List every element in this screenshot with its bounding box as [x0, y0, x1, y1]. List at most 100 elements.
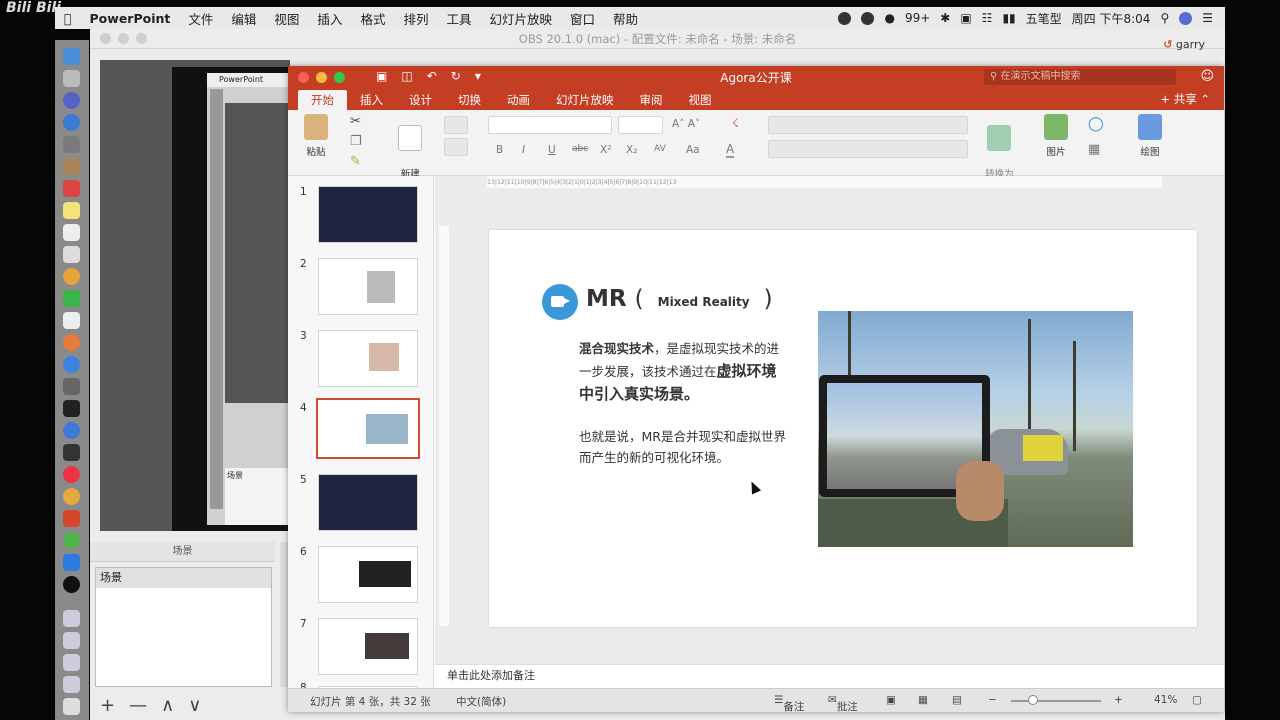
- search-input[interactable]: ⚲ 在演示文稿中搜索: [984, 69, 1176, 85]
- settings-icon[interactable]: [63, 378, 80, 395]
- shapes-icon[interactable]: ◯: [1088, 116, 1104, 132]
- tab-animations[interactable]: 动画: [494, 90, 543, 110]
- tab-transitions[interactable]: 切换: [445, 90, 494, 110]
- char-spacing-button[interactable]: AV: [654, 144, 666, 154]
- format-painter-icon[interactable]: ✎: [350, 154, 361, 169]
- app-store-icon[interactable]: [63, 356, 80, 373]
- slide-thumb-4[interactable]: [316, 398, 420, 459]
- reset-button[interactable]: [444, 138, 468, 156]
- display-icon[interactable]: ▣: [960, 11, 971, 25]
- record-icon[interactable]: [838, 11, 852, 25]
- bluetooth-icon[interactable]: ✱: [940, 11, 950, 25]
- menu-insert[interactable]: 插入: [308, 9, 351, 28]
- calendar-icon[interactable]: [63, 180, 80, 197]
- normal-view-icon[interactable]: ▣: [886, 694, 896, 706]
- obs-minimize-button[interactable]: [118, 33, 129, 44]
- obs-icon[interactable]: [63, 444, 80, 461]
- underline-button[interactable]: U: [548, 144, 556, 156]
- zoom-in-button[interactable]: +: [1114, 694, 1123, 706]
- move-up-button[interactable]: ∧: [161, 695, 174, 716]
- pages-icon[interactable]: [63, 312, 80, 329]
- browser-icon[interactable]: [63, 422, 80, 439]
- obs-zoom-button[interactable]: [136, 33, 147, 44]
- slide-thumb-1[interactable]: [318, 186, 418, 243]
- tab-design[interactable]: 设计: [396, 90, 445, 110]
- powerpoint-icon[interactable]: [63, 510, 80, 527]
- clock[interactable]: 周四 下午8:04: [1072, 10, 1151, 27]
- picture-button[interactable]: 图片: [1044, 114, 1068, 158]
- menu-help[interactable]: 帮助: [604, 9, 647, 28]
- paragraph-controls-top[interactable]: [768, 116, 968, 134]
- zoom-out-button[interactable]: −: [988, 694, 997, 706]
- safari-icon[interactable]: [63, 92, 80, 109]
- menu-window[interactable]: 窗口: [561, 9, 604, 28]
- textbox-icon[interactable]: ▦: [1088, 142, 1100, 157]
- strikethrough-button[interactable]: abc: [572, 144, 588, 154]
- chrome-icon[interactable]: [63, 488, 80, 505]
- current-slide[interactable]: MR ( Mixed Reality ) 混合现实技术，是虚拟现实技术的进一步发…: [489, 230, 1197, 627]
- folder-icon-3[interactable]: [63, 654, 80, 671]
- appstore-icon[interactable]: [63, 114, 80, 131]
- slide-thumb-6[interactable]: [318, 546, 418, 603]
- terminal-icon[interactable]: [63, 400, 80, 417]
- paste-button[interactable]: 粘贴: [304, 114, 328, 158]
- tab-view[interactable]: 视图: [676, 90, 725, 110]
- draw-button[interactable]: 绘图: [1138, 114, 1162, 158]
- qq-icon[interactable]: ●: [884, 11, 894, 25]
- subscript-button[interactable]: X₂: [626, 144, 637, 156]
- textedit-icon[interactable]: [63, 246, 80, 263]
- apple-icon[interactable]: : [55, 11, 81, 26]
- finder-icon[interactable]: [63, 48, 80, 65]
- menu-edit[interactable]: 编辑: [222, 9, 265, 28]
- font-color-button[interactable]: A: [726, 142, 735, 158]
- obs-close-button[interactable]: [100, 33, 111, 44]
- folder-icon-2[interactable]: [63, 632, 80, 649]
- tab-home[interactable]: 开始: [298, 90, 347, 110]
- tab-insert[interactable]: 插入: [347, 90, 396, 110]
- user-indicator[interactable]: ↺ garry: [1163, 38, 1205, 51]
- notification-icon[interactable]: ☰: [1202, 11, 1213, 25]
- bold-button[interactable]: B: [496, 144, 503, 156]
- itunes-icon[interactable]: [63, 334, 80, 351]
- language[interactable]: 中文(简体): [456, 694, 506, 709]
- battery-icon[interactable]: ▮▮: [1002, 11, 1015, 25]
- qq-dock-icon[interactable]: [63, 466, 80, 483]
- add-scene-button[interactable]: +: [100, 695, 115, 716]
- superscript-button[interactable]: X²: [600, 144, 611, 156]
- stickies-icon[interactable]: [63, 202, 80, 219]
- mr-photo[interactable]: [818, 311, 1133, 547]
- tab-review[interactable]: 审阅: [627, 90, 676, 110]
- menu-arrange[interactable]: 排列: [394, 9, 437, 28]
- notes-icon[interactable]: [63, 158, 80, 175]
- slide-title[interactable]: MR ( Mixed Reality ): [586, 286, 773, 312]
- github-icon[interactable]: [63, 576, 80, 593]
- slide-thumb-7[interactable]: [318, 618, 418, 675]
- cut-icon[interactable]: ✂: [350, 114, 361, 129]
- notes-toggle[interactable]: ☰ 备注: [774, 694, 804, 713]
- menu-view[interactable]: 视图: [265, 9, 308, 28]
- sorter-view-icon[interactable]: ▦: [918, 694, 928, 706]
- obs-preview[interactable]: PowerPoint 场景: [100, 60, 290, 531]
- trash-icon[interactable]: [63, 698, 80, 715]
- layout-button[interactable]: [444, 116, 468, 134]
- slide-thumb-5[interactable]: [318, 474, 418, 531]
- slide-paragraph-1[interactable]: 混合现实技术，是虚拟现实技术的进一步发展，该技术通过在虚拟环境中引入真实场景。: [579, 337, 789, 406]
- app-icon[interactable]: [63, 136, 80, 153]
- xcode-icon[interactable]: [63, 554, 80, 571]
- fit-slide-icon[interactable]: ▢: [1192, 694, 1202, 706]
- feedback-icon[interactable]: ☺: [1200, 69, 1214, 84]
- notes-pane[interactable]: 单击此处添加备注: [435, 664, 1224, 688]
- paragraph-controls-bottom[interactable]: [768, 140, 968, 158]
- reading-view-icon[interactable]: ▤: [952, 694, 962, 706]
- clear-format-icon[interactable]: ☇: [732, 116, 739, 130]
- menu-slideshow[interactable]: 幻灯片放映: [480, 9, 561, 28]
- wechat-icon[interactable]: [63, 532, 80, 549]
- launchpad-icon[interactable]: [63, 70, 80, 87]
- slide-thumbnails[interactable]: 1 2 3 4 5 6 7 8: [288, 176, 434, 688]
- copy-icon[interactable]: ❐: [350, 134, 362, 149]
- scenes-panel[interactable]: 场景 + — ∧ ∨: [95, 567, 272, 716]
- zoom-slider-knob[interactable]: [1028, 695, 1038, 705]
- share-button[interactable]: + 共享 ⌃: [1160, 91, 1210, 107]
- siri-icon[interactable]: [1179, 11, 1193, 25]
- menu-file[interactable]: 文件: [179, 9, 222, 28]
